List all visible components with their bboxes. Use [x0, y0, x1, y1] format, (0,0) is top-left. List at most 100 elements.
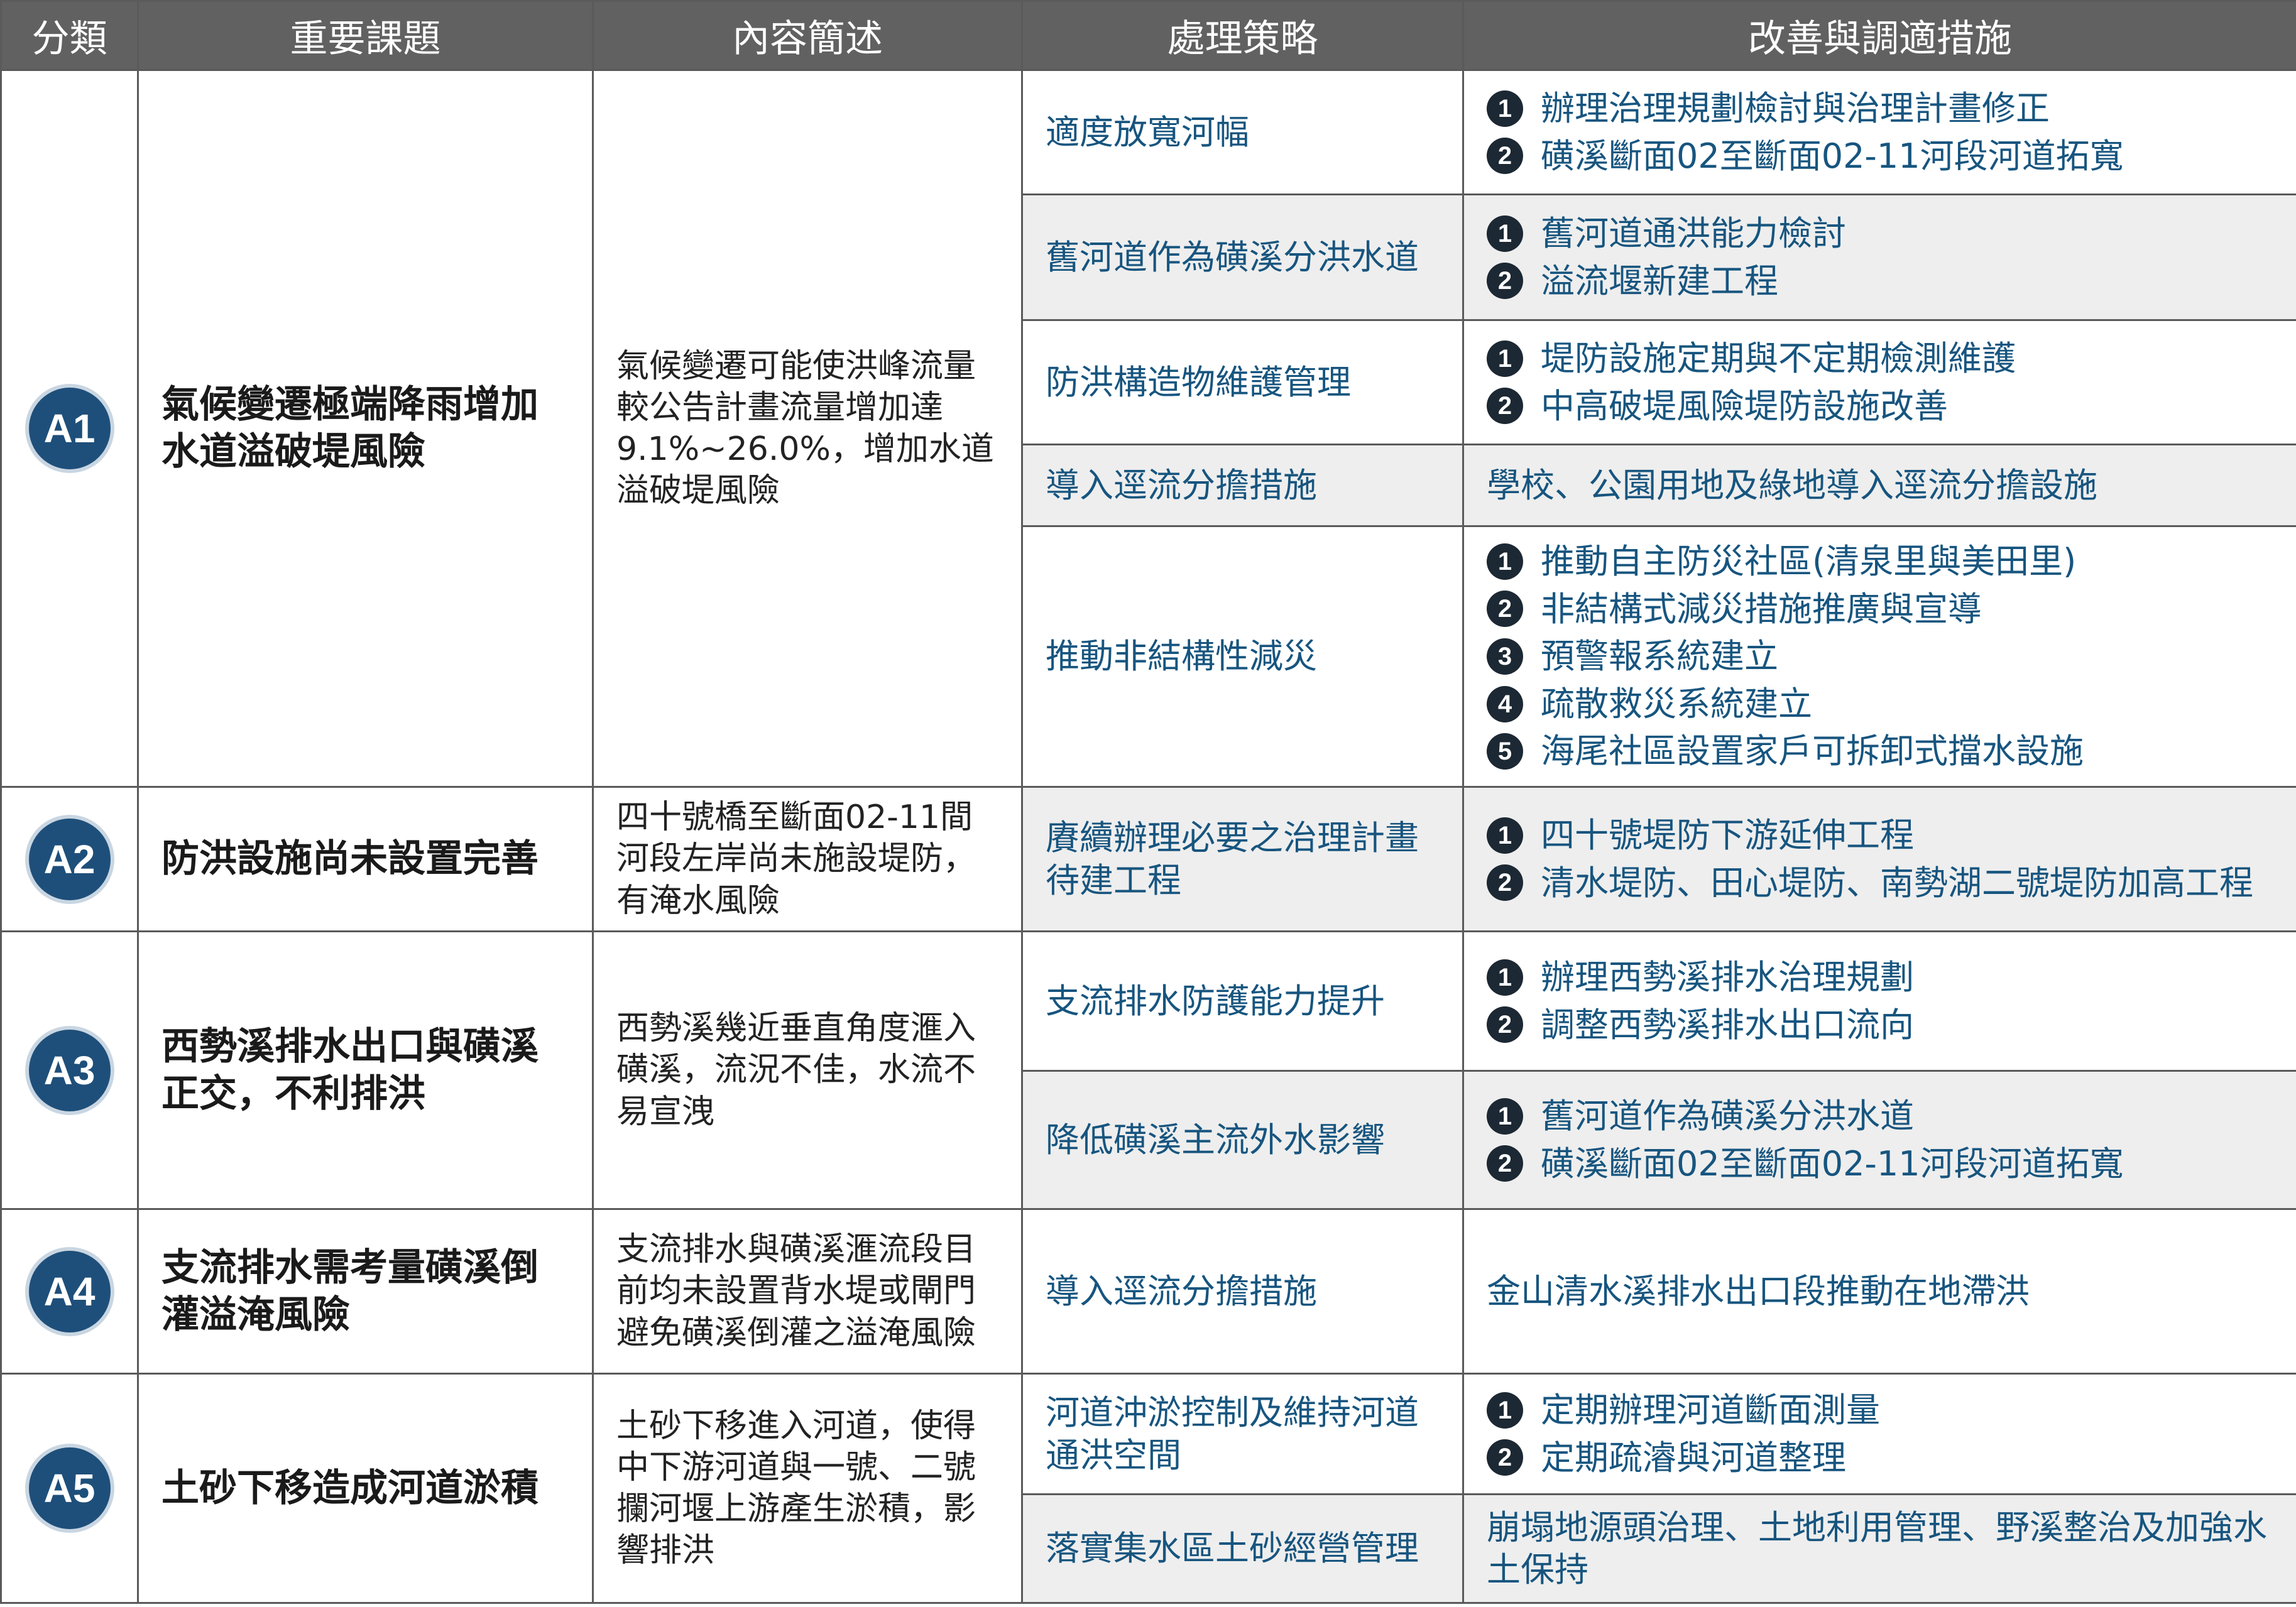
number-2-icon: 2 — [1487, 864, 1523, 902]
measure-item: 2 清水堤防、田心堤防、南勢湖二號堤防加高工程 — [1487, 859, 2273, 907]
header-strategy: 處理策略 — [1021, 0, 1464, 71]
number-2-icon: 2 — [1487, 1006, 1523, 1043]
measure-text: 辦理西勢溪排水治理規劃 — [1541, 957, 1914, 997]
strategy-cell: 適度放寬河幅 — [1021, 69, 1464, 195]
description-cell: 氣候變遷可能使洪峰流量較公告計畫流量增加達9.1%~26.0%，增加水道溢破堤風… — [592, 69, 1023, 788]
description-cell: 四十號橋至斷面02-11間河段左岸尚未施設堤防，有淹水風險 — [592, 786, 1023, 932]
number-1-icon: 1 — [1487, 215, 1523, 252]
measure-item: 2 溢流堰新建工程 — [1487, 258, 2273, 305]
number-2-icon: 2 — [1487, 138, 1523, 175]
measures-cell: 1 堤防設施定期與不定期檢測維護 2 中高破堤風險堤防設施改善 — [1462, 319, 2296, 445]
issue-cell: 支流排水需考量磺溪倒灌溢淹風險 — [137, 1208, 594, 1375]
number-2-icon: 2 — [1487, 388, 1523, 425]
table-row: A2 防洪設施尚未設置完善 四十號橋至斷面02-11間河段左岸尚未施設堤防，有淹… — [0, 786, 2296, 932]
measure-item: 1 定期辦理河道斷面測量 — [1487, 1386, 2273, 1434]
number-2-icon: 2 — [1487, 263, 1523, 300]
measure-item: 2 磺溪斷面02至斷面02-11河段河道拓寬 — [1487, 1140, 2273, 1188]
category-cell: A4 — [0, 1208, 139, 1375]
measure-item: 5 海尾社區設置家戶可拆卸式擋水設施 — [1487, 727, 2273, 775]
strategy-cell: 推動非結構性減災 — [1021, 525, 1464, 788]
category-cell: A5 — [0, 1373, 139, 1604]
table-header-row: 分類 重要課題 內容簡述 處理策略 改善與調適措施 — [0, 0, 2296, 71]
measures-cell: 1 定期辦理河道斷面測量 2 定期疏濬與河道整理 — [1462, 1373, 2296, 1495]
number-1-icon: 1 — [1487, 817, 1523, 854]
number-1-icon: 1 — [1487, 90, 1523, 127]
measure-text: 磺溪斷面02至斷面02-11河段河道拓寬 — [1541, 136, 2124, 176]
header-measures: 改善與調適措施 — [1462, 0, 2296, 71]
table-row: A4 支流排水需考量磺溪倒灌溢淹風險 支流排水與磺溪滙流段目前均未設置背水堤或閘… — [0, 1208, 2296, 1375]
measure-item: 4 疏散救災系統建立 — [1487, 680, 2273, 728]
header-category: 分類 — [0, 0, 139, 71]
measure-item: 2 調整西勢溪排水出口流向 — [1487, 1001, 2273, 1049]
measure-text: 辦理治理規劃檢討與治理計畫修正 — [1541, 88, 2050, 128]
table-row: A3 西勢溪排水出口與磺溪正交，不利排洪 西勢溪幾近垂直角度滙入磺溪，流況不佳，… — [0, 930, 2296, 1210]
measure-text: 調整西勢溪排水出口流向 — [1541, 1005, 1914, 1045]
issue-cell: 氣候變遷極端降雨增加水道溢破堤風險 — [137, 69, 594, 788]
measure-item: 1 推動自主防災社區(清泉里與美田里) — [1487, 538, 2273, 586]
measures-cell: 1 辦理治理規劃檢討與治理計畫修正 2 磺溪斷面02至斷面02-11河段河道拓寬 — [1462, 69, 2296, 195]
measure-text: 舊河道通洪能力檢討 — [1541, 213, 1846, 253]
measure-item: 2 中高破堤風險堤防設施改善 — [1487, 383, 2273, 430]
measure-text: 海尾社區設置家戶可拆卸式擋水設施 — [1541, 731, 2084, 771]
strategy-cell: 落實集水區土砂經營管理 — [1021, 1493, 1464, 1604]
measure-text: 定期疏濬與河道整理 — [1541, 1437, 1846, 1478]
measures-table: 分類 重要課題 內容簡述 處理策略 改善與調適措施 A1 氣候變遷極端降雨增加水… — [0, 0, 2296, 1604]
strategy-cell: 導入逕流分擔措施 — [1021, 1208, 1464, 1375]
measures-cell: 1 四十號堤防下游延伸工程 2 清水堤防、田心堤防、南勢湖二號堤防加高工程 — [1462, 786, 2296, 932]
category-badge-a1: A1 — [28, 388, 111, 469]
measure-text: 預警報系統建立 — [1541, 636, 1778, 677]
header-issue: 重要課題 — [137, 0, 594, 71]
category-cell: A3 — [0, 930, 139, 1210]
measures-cell: 崩塌地源頭治理、土地利用管理、野溪整治及加強水土保持 — [1462, 1493, 2296, 1604]
measure-text: 清水堤防、田心堤防、南勢湖二號堤防加高工程 — [1541, 863, 2253, 903]
measure-text: 推動自主防災社區(清泉里與美田里) — [1541, 542, 2077, 582]
number-2-icon: 2 — [1487, 591, 1523, 628]
measure-item: 2 定期疏濬與河道整理 — [1487, 1434, 2273, 1482]
measure-text: 堤防設施定期與不定期檢測維護 — [1541, 338, 2016, 378]
measure-text: 定期辦理河道斷面測量 — [1541, 1390, 1880, 1430]
measures-cell: 1 舊河道作為磺溪分洪水道 2 磺溪斷面02至斷面02-11河段河道拓寬 — [1462, 1070, 2296, 1210]
number-1-icon: 1 — [1487, 340, 1523, 377]
measure-item: 1 堤防設施定期與不定期檢測維護 — [1487, 335, 2273, 383]
category-badge-a2: A2 — [28, 818, 111, 900]
measure-item: 1 舊河道作為磺溪分洪水道 — [1487, 1092, 2273, 1140]
issue-cell: 西勢溪排水出口與磺溪正交，不利排洪 — [137, 930, 594, 1210]
number-5-icon: 5 — [1487, 733, 1523, 770]
measure-text: 舊河道作為磺溪分洪水道 — [1541, 1096, 1914, 1136]
category-badge-a3: A3 — [28, 1029, 111, 1111]
header-description: 內容簡述 — [592, 0, 1023, 71]
measures-cell: 1 辦理西勢溪排水治理規劃 2 調整西勢溪排水出口流向 — [1462, 930, 2296, 1072]
description-cell: 支流排水與磺溪滙流段目前均未設置背水堤或閘門避免磺溪倒灌之溢淹風險 — [592, 1208, 1023, 1375]
strategy-cell: 賡續辦理必要之治理計畫待建工程 — [1021, 786, 1464, 932]
measure-item: 1 四十號堤防下游延伸工程 — [1487, 812, 2273, 859]
measure-item: 1 辦理治理規劃檢討與治理計畫修正 — [1487, 85, 2273, 133]
measures-cell: 1 舊河道通洪能力檢討 2 溢流堰新建工程 — [1462, 193, 2296, 321]
measure-item: 2 非結構式減災措施推廣與宣導 — [1487, 586, 2273, 633]
measure-text: 疏散救災系統建立 — [1541, 684, 1812, 724]
category-cell: A1 — [0, 69, 139, 788]
measure-text: 中高破堤風險堤防設施改善 — [1541, 386, 1948, 426]
description-cell: 西勢溪幾近垂直角度滙入磺溪，流況不佳，水流不易宣洩 — [592, 930, 1023, 1210]
issue-cell: 土砂下移造成河道淤積 — [137, 1373, 594, 1604]
strategy-cell: 支流排水防護能力提升 — [1021, 930, 1464, 1072]
measure-text: 四十號堤防下游延伸工程 — [1541, 815, 1914, 855]
measure-item: 2 磺溪斷面02至斷面02-11河段河道拓寬 — [1487, 133, 2273, 180]
description-cell: 土砂下移進入河道，使得中下游河道與一號、二號攔河堰上游產生淤積，影響排洪 — [592, 1373, 1023, 1604]
number-2-icon: 2 — [1487, 1145, 1523, 1182]
measure-item: 1 舊河道通洪能力檢討 — [1487, 210, 2273, 258]
measure-item: 3 預警報系統建立 — [1487, 633, 2273, 680]
strategy-cell: 導入逕流分擔措施 — [1021, 444, 1464, 527]
strategy-cell: 降低磺溪主流外水影響 — [1021, 1070, 1464, 1210]
measure-item: 1 辦理西勢溪排水治理規劃 — [1487, 954, 2273, 1001]
number-2-icon: 2 — [1487, 1439, 1523, 1476]
number-1-icon: 1 — [1487, 1098, 1523, 1135]
measures-cell: 1 推動自主防災社區(清泉里與美田里) 2 非結構式減災措施推廣與宣導 3 預警報系統… — [1462, 525, 2296, 788]
issue-cell: 防洪設施尚未設置完善 — [137, 786, 594, 932]
number-4-icon: 4 — [1487, 685, 1523, 722]
table-row: A1 氣候變遷極端降雨增加水道溢破堤風險 氣候變遷可能使洪峰流量較公告計畫流量增… — [0, 69, 2296, 788]
number-1-icon: 1 — [1487, 959, 1523, 996]
measure-text: 磺溪斷面02至斷面02-11河段河道拓寬 — [1541, 1143, 2124, 1184]
category-badge-a5: A5 — [28, 1447, 111, 1529]
strategy-cell: 河道沖淤控制及維持河道通洪空間 — [1021, 1373, 1464, 1495]
category-cell: A2 — [0, 786, 139, 932]
